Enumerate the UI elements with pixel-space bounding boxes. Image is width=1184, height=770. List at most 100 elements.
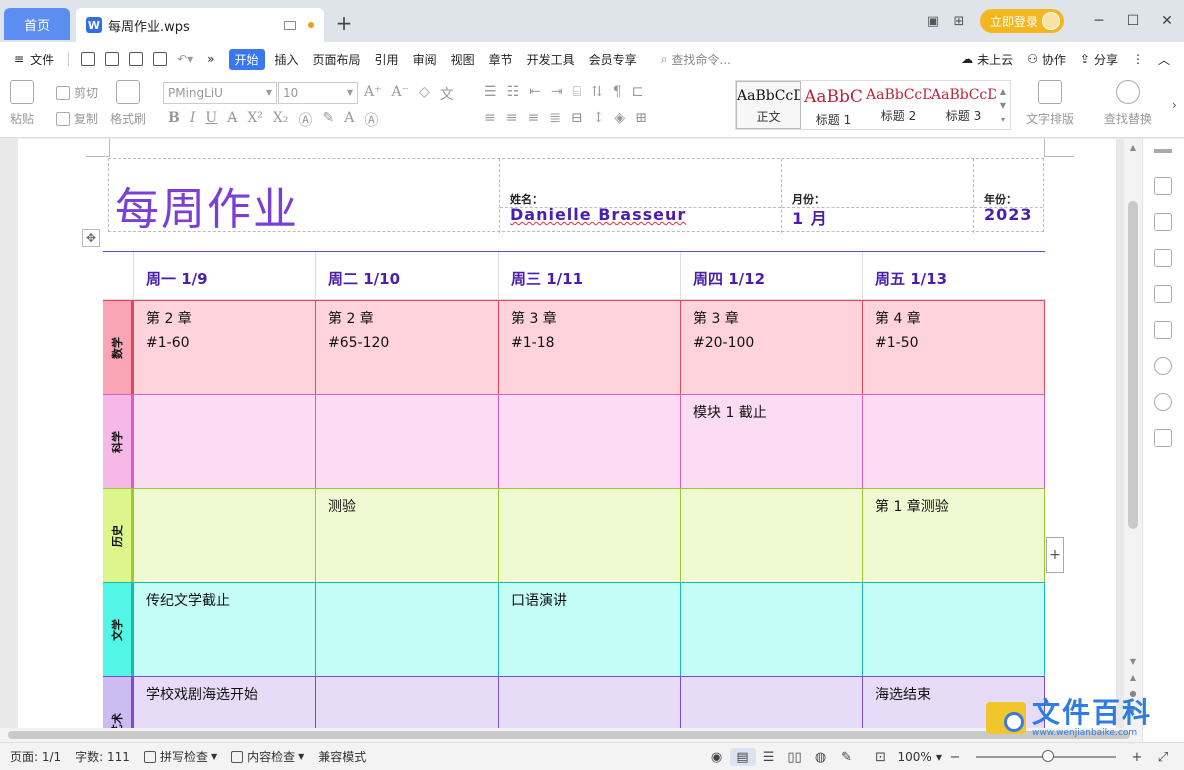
day-header[interactable]: 周二 1/10 — [315, 252, 498, 300]
menu-tab-insert[interactable]: 插入 — [275, 51, 299, 68]
assignment-cell[interactable] — [680, 583, 862, 676]
assignment-cell[interactable]: 传纪文学截止 — [133, 583, 315, 676]
outline-view-icon[interactable]: ☰ — [756, 748, 782, 766]
day-header[interactable]: 周一 1/9 — [133, 252, 315, 300]
document-page[interactable]: 每周作业 姓名： Danielle Brasseur 月份： 1 月 年份： 2… — [18, 139, 1116, 728]
subject-label-cell[interactable]: 科学 — [103, 395, 133, 488]
shading-icon[interactable]: ◈ — [614, 110, 625, 126]
spell-check-button[interactable]: 拼写检查 ▼ — [143, 748, 217, 765]
increase-indent-icon[interactable]: ⇥ — [551, 84, 563, 100]
line-spacing-icon[interactable]: ↕ — [593, 110, 605, 126]
undo-icon[interactable]: ↶▾ — [177, 52, 193, 66]
style-normal[interactable]: AaBbCcD 正文 — [736, 81, 801, 129]
share-button[interactable]: ⇪ 分享 — [1080, 51, 1118, 68]
document-area[interactable]: 每周作业 姓名： Danielle Brasseur 月份： 1 月 年份： 2… — [0, 139, 1124, 728]
more-quick-access-button[interactable]: » — [207, 52, 214, 66]
distributed-icon[interactable]: ⊟ — [571, 110, 583, 126]
underline-button[interactable]: U — [205, 110, 217, 130]
subject-label-cell[interactable]: 文学 — [103, 583, 133, 676]
menu-tab-section[interactable]: 章节 — [489, 51, 513, 68]
year-cell[interactable]: 年份： 2023 — [973, 159, 1043, 233]
find-replace-button[interactable]: 查找替换 — [1104, 80, 1152, 127]
close-window-button[interactable]: ✕ — [1150, 13, 1184, 29]
word-count[interactable]: 字数: 111 — [75, 748, 130, 765]
font-size-select[interactable]: 10 ▼ — [278, 82, 358, 104]
month-cell[interactable]: 月份： 1 月 — [781, 159, 973, 233]
assignment-cell[interactable] — [680, 489, 862, 582]
font-color-icon[interactable]: A — [344, 110, 354, 130]
export-pdf-icon[interactable] — [105, 52, 120, 66]
login-button[interactable]: 立即登录 — [979, 9, 1064, 33]
pen-icon[interactable] — [1154, 213, 1172, 231]
zoom-in-icon[interactable]: + — [1124, 748, 1150, 766]
help-icon[interactable] — [1154, 393, 1172, 411]
assignment-cell[interactable] — [862, 395, 1045, 488]
web-view-icon[interactable]: ◍ — [808, 748, 834, 766]
menu-tab-start[interactable]: 开始 — [228, 48, 265, 70]
monitor-icon[interactable] — [284, 20, 296, 30]
menu-tab-developer[interactable]: 开发工具 — [527, 51, 575, 68]
borders-icon[interactable]: ⊞ — [635, 110, 647, 126]
cursor-icon[interactable] — [1154, 249, 1172, 267]
scrollbar-thumb[interactable] — [1128, 201, 1138, 529]
paste-button[interactable]: 粘贴 — [10, 80, 34, 127]
name-cell[interactable]: 姓名： Danielle Brasseur — [499, 159, 781, 233]
assignment-cell[interactable]: 第 3 章 #1-18 — [498, 301, 680, 394]
print-icon[interactable] — [129, 52, 144, 66]
font-name-select[interactable]: PMingLiU ▼ — [163, 82, 277, 104]
subject-label-cell[interactable]: 历史 — [103, 489, 133, 582]
assignment-cell[interactable]: 口语演讲 — [498, 583, 680, 676]
assignment-cell[interactable] — [680, 677, 862, 728]
prev-page-icon[interactable]: ▲ — [1124, 673, 1142, 682]
superscript-icon[interactable]: X² — [247, 110, 263, 130]
assignment-cell[interactable] — [498, 677, 680, 728]
menu-tab-references[interactable]: 引用 — [375, 51, 399, 68]
assignment-cell[interactable] — [498, 395, 680, 488]
tab-stops-icon[interactable]: ⊏ — [632, 84, 644, 100]
bold-button[interactable]: B — [168, 110, 180, 130]
assignment-cell[interactable]: 第 2 章 #1-60 — [133, 301, 315, 394]
day-header[interactable]: 周三 1/11 — [498, 252, 680, 300]
new-tab-button[interactable]: + — [334, 12, 354, 36]
scrollbar-thumb[interactable] — [8, 731, 1130, 739]
sort-icon[interactable]: ⇅ — [591, 84, 603, 100]
zoom-slider[interactable] — [976, 750, 1116, 762]
minimize-button[interactable]: ─ — [1082, 13, 1116, 29]
command-search[interactable]: ⌕ 查找命令... — [661, 51, 731, 68]
clear-format-icon[interactable]: ◇ — [419, 84, 430, 104]
add-column-button[interactable]: + — [1046, 537, 1064, 573]
copy-button[interactable]: 复制 — [56, 110, 98, 127]
reading-view-icon[interactable]: ▯▯ — [782, 748, 808, 766]
style-heading-2[interactable]: AaBbCcD 标题 2 — [866, 81, 931, 129]
day-header[interactable]: 周四 1/12 — [680, 252, 862, 300]
bullets-icon[interactable]: ☰ — [484, 84, 497, 100]
assignment-cell[interactable]: 第 1 章测验 — [862, 489, 1045, 582]
image-icon[interactable] — [1154, 321, 1172, 339]
ribbon-scroll-right[interactable]: › — [1172, 98, 1177, 112]
subject-label-cell[interactable]: 数学 — [103, 301, 133, 394]
decrease-indent-icon[interactable]: ⇤ — [529, 84, 541, 100]
page-view-icon[interactable]: ▤ — [729, 748, 756, 766]
highlight-icon[interactable]: ✎ — [323, 110, 335, 130]
chinese-layout-icon[interactable]: ⌸ — [573, 84, 581, 100]
justify-icon[interactable]: ≣ — [549, 110, 561, 126]
panel-menu-icon[interactable] — [1154, 149, 1172, 153]
assignment-cell[interactable] — [133, 489, 315, 582]
subscript-icon[interactable]: X₂ — [273, 110, 289, 130]
day-header[interactable]: 周五 1/13 — [862, 252, 1045, 300]
home-tab[interactable]: 首页 — [4, 8, 70, 40]
shrink-font-icon[interactable]: A⁻ — [392, 84, 410, 104]
maximize-button[interactable]: ☐ — [1116, 13, 1150, 29]
content-check-button[interactable]: 内容检查 ▼ — [231, 748, 304, 765]
style-heading-3[interactable]: AaBbCcD 标题 3 — [931, 81, 996, 129]
book-icon[interactable] — [1154, 429, 1172, 447]
text-layout-button[interactable]: 文字排版 — [1026, 80, 1074, 127]
eye-protection-icon[interactable]: ◉ — [704, 748, 730, 766]
save-icon[interactable] — [81, 52, 96, 66]
zoom-slider-knob[interactable] — [1042, 750, 1054, 762]
assignment-cell[interactable]: 测验 — [315, 489, 498, 582]
fullscreen-icon[interactable]: ⤢ — [1150, 748, 1176, 766]
align-right-icon[interactable]: ≡ — [527, 110, 539, 126]
styles-scroll[interactable]: ▲ ▼ ▾ — [996, 81, 1010, 129]
assignment-cell[interactable] — [315, 677, 498, 728]
